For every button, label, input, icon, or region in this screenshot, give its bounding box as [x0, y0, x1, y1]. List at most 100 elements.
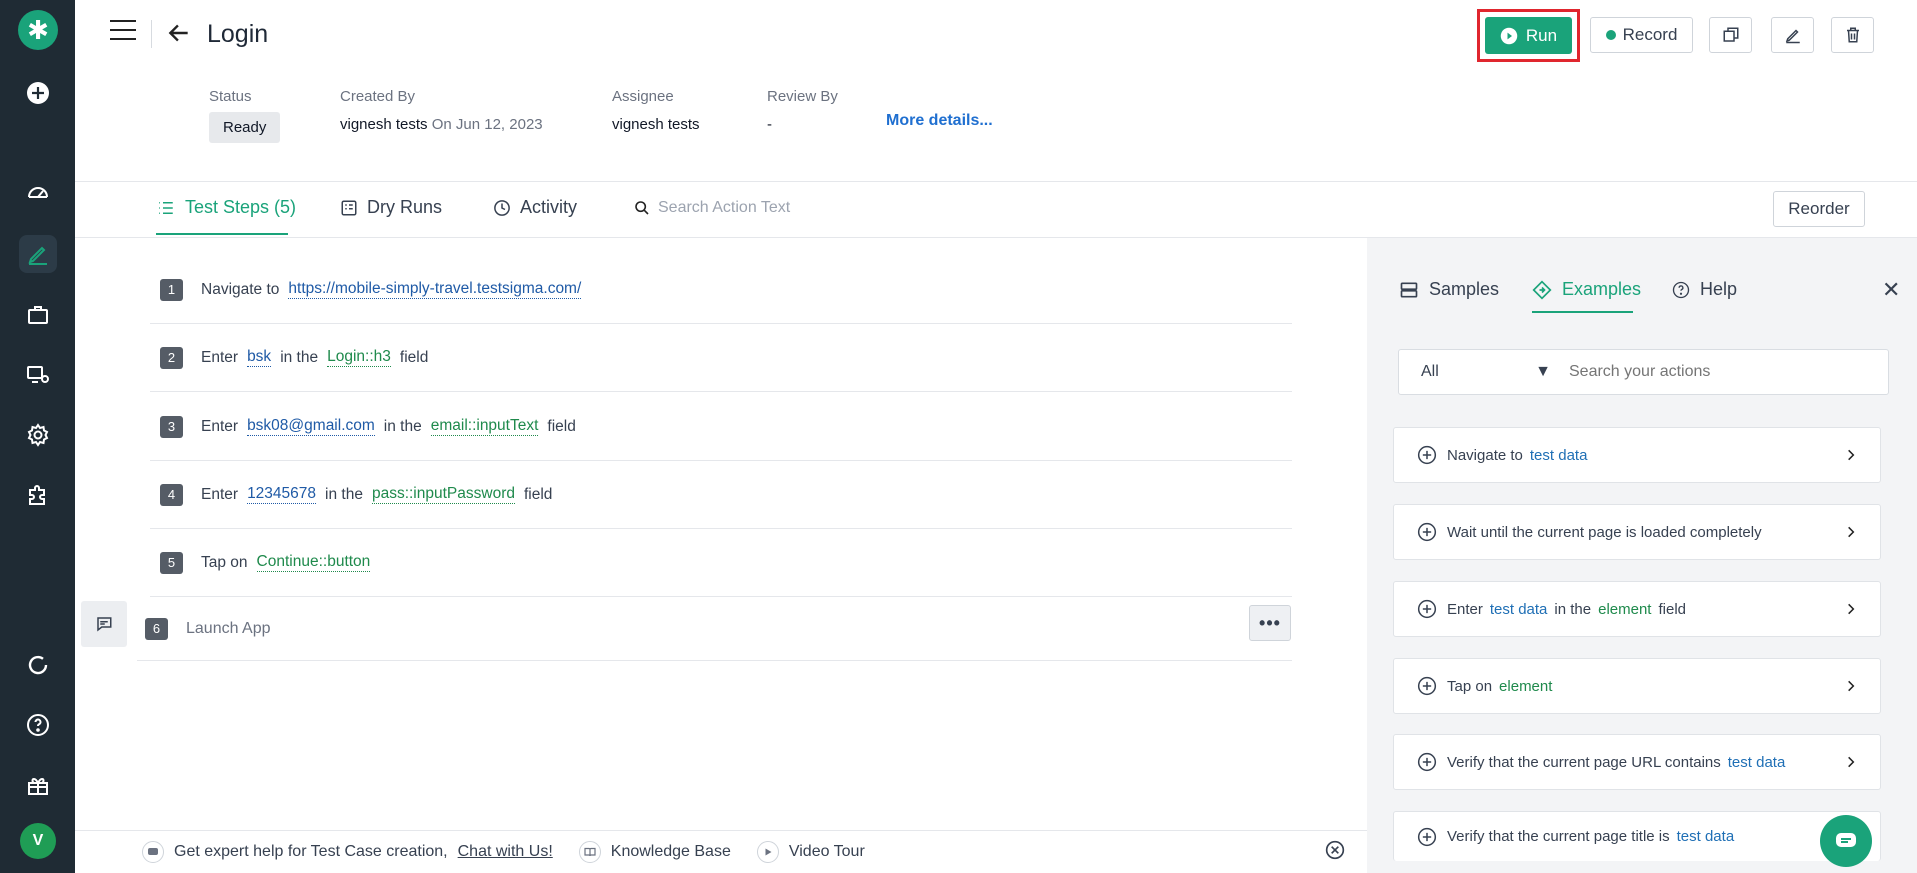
tab-test-steps-label: Test Steps (5): [185, 197, 297, 217]
action-phrase: Verify that the current page title is: [1447, 828, 1670, 845]
expert-help: Get expert help for Test Case creation, …: [142, 841, 553, 863]
step-element[interactable]: Login::h3: [327, 348, 391, 367]
step-connector: in the: [325, 485, 363, 503]
chat-small-icon: [142, 841, 164, 863]
close-panel-icon[interactable]: ✕: [1882, 277, 1900, 303]
plus-circle-icon: [1417, 676, 1437, 696]
chevron-right-icon: [1848, 603, 1855, 615]
step-element[interactable]: Continue::button: [256, 553, 371, 572]
example-action-card[interactable]: Verify that the current page URL contain…: [1393, 734, 1881, 790]
step-test-data[interactable]: 12345678: [247, 485, 317, 504]
sync-icon[interactable]: [19, 646, 57, 684]
example-action-card[interactable]: Wait until the current page is loaded co…: [1393, 504, 1881, 560]
tab-dry-runs[interactable]: Dry Runs: [340, 197, 442, 218]
step-test-data[interactable]: https://mobile-simply-travel.testsigma.c…: [288, 280, 582, 299]
test-step-1[interactable]: 1 Navigate to https://mobile-simply-trav…: [150, 256, 1292, 324]
panel-active-tab-underline: [1532, 311, 1633, 313]
video-tour-link[interactable]: Video Tour: [756, 841, 865, 863]
run-button[interactable]: Run: [1485, 17, 1572, 54]
examples-icon: [1532, 279, 1552, 300]
reorder-button[interactable]: Reorder: [1773, 191, 1865, 227]
record-button[interactable]: Record: [1590, 17, 1693, 53]
addons-icon[interactable]: [19, 477, 57, 515]
step-element[interactable]: pass::inputPassword: [371, 485, 515, 504]
settings-icon[interactable]: [19, 416, 57, 454]
knowledge-base-link[interactable]: Knowledge Base: [578, 841, 731, 863]
trash-icon: [1846, 27, 1859, 43]
new-step-input[interactable]: 6 Launch App: [137, 597, 1292, 661]
step-suffix: field: [547, 417, 576, 435]
example-action-card[interactable]: Verify that the current page title is te…: [1393, 811, 1881, 861]
gift-icon[interactable]: [19, 767, 57, 805]
example-action-text: Verify that the current page URL contain…: [1447, 754, 1844, 771]
close-footer-icon[interactable]: [1325, 840, 1345, 865]
assignee-label: Assignee: [612, 88, 674, 105]
step-connector: in the: [280, 348, 319, 366]
chat-support-button[interactable]: [1820, 815, 1872, 867]
samples-icon: [1400, 282, 1418, 297]
edit-button[interactable]: [1771, 17, 1814, 53]
create-icon[interactable]: [19, 74, 57, 112]
panel-tab-samples[interactable]: Samples: [1399, 279, 1499, 300]
assignee-value: vignesh tests: [612, 116, 700, 133]
plus-circle-icon: [1417, 599, 1437, 619]
test-step-2[interactable]: 2 Enter bsk in the Login::h3 field: [150, 324, 1292, 392]
delete-button[interactable]: [1831, 17, 1874, 53]
search-actions-input[interactable]: [1569, 363, 1869, 381]
record-button-label: Record: [1622, 25, 1678, 44]
chat-with-us-link[interactable]: Chat with Us!: [458, 843, 553, 861]
testsigma-logo[interactable]: ✱: [18, 10, 58, 50]
action-test-data: test data: [1727, 753, 1786, 771]
step-test-data[interactable]: bsk: [247, 348, 272, 367]
example-action-card[interactable]: Enter test data in the element field: [1393, 581, 1881, 637]
panel-tab-help[interactable]: Help: [1672, 279, 1737, 300]
step-more-options-button[interactable]: •••: [1249, 605, 1291, 641]
dashboard-icon[interactable]: [19, 174, 57, 212]
step-connector: in the: [383, 417, 422, 435]
clone-button[interactable]: [1709, 17, 1752, 53]
created-by-value: vignesh tests On Jun 12, 2023: [340, 116, 543, 133]
help-icon[interactable]: [19, 706, 57, 744]
panel-tab-samples-label: Samples: [1429, 279, 1500, 299]
panel-tab-examples[interactable]: Examples: [1532, 279, 1641, 300]
tab-test-steps[interactable]: Test Steps (5): [156, 197, 296, 218]
search-action-placeholder: Search Action Text: [658, 199, 791, 216]
action-filter-bar: All ▼: [1398, 349, 1889, 395]
question-icon: [1672, 281, 1690, 298]
action-phrase: in the: [1554, 600, 1592, 618]
record-dot-icon: [1605, 30, 1616, 40]
step-element[interactable]: email::inputText: [430, 417, 539, 436]
test-step-3[interactable]: 3 Enter bsk08@gmail.com in the email::in…: [150, 393, 1292, 461]
briefcase-icon[interactable]: [19, 296, 57, 334]
user-avatar[interactable]: V: [20, 823, 56, 859]
tab-activity[interactable]: Activity: [493, 197, 577, 218]
help-footer: Get expert help for Test Case creation, …: [75, 830, 1367, 873]
clock-icon: [494, 199, 510, 216]
example-action-text: Wait until the current page is loaded co…: [1447, 524, 1844, 541]
step-action: Enter: [201, 348, 239, 366]
chevron-right-icon: [1848, 526, 1855, 538]
menu-icon[interactable]: [110, 20, 136, 42]
created-on-date: On Jun 12, 2023: [431, 116, 543, 133]
back-arrow-icon[interactable]: [166, 20, 192, 46]
chevron-right-icon: [1848, 756, 1855, 768]
step-test-data[interactable]: bsk08@gmail.com: [247, 417, 375, 436]
action-test-data: test data: [1489, 600, 1548, 618]
more-details-link[interactable]: More details...: [886, 112, 993, 130]
action-test-data: test data: [1676, 828, 1735, 845]
chat-bubble-icon: [1836, 833, 1856, 847]
example-action-card[interactable]: Navigate to test data: [1393, 427, 1881, 483]
example-action-card[interactable]: Tap on element: [1393, 658, 1881, 714]
action-category-select[interactable]: All ▼: [1399, 363, 1569, 381]
example-action-text: Navigate to test data: [1447, 447, 1844, 464]
test-development-icon[interactable]: [19, 235, 57, 273]
test-step-4[interactable]: 4 Enter 12345678 in the pass::inputPassw…: [150, 461, 1292, 529]
step-suffix: field: [523, 485, 553, 503]
search-action-text[interactable]: Search Action Text: [634, 199, 790, 217]
chevron-right-icon: [1848, 680, 1855, 692]
copy-icon: [1723, 27, 1738, 42]
test-step-5[interactable]: 5 Tap on Continue::button: [150, 529, 1292, 597]
new-step-text[interactable]: Launch App: [186, 620, 271, 638]
run-results-icon[interactable]: [19, 356, 57, 394]
add-comment-button[interactable]: [81, 601, 127, 647]
